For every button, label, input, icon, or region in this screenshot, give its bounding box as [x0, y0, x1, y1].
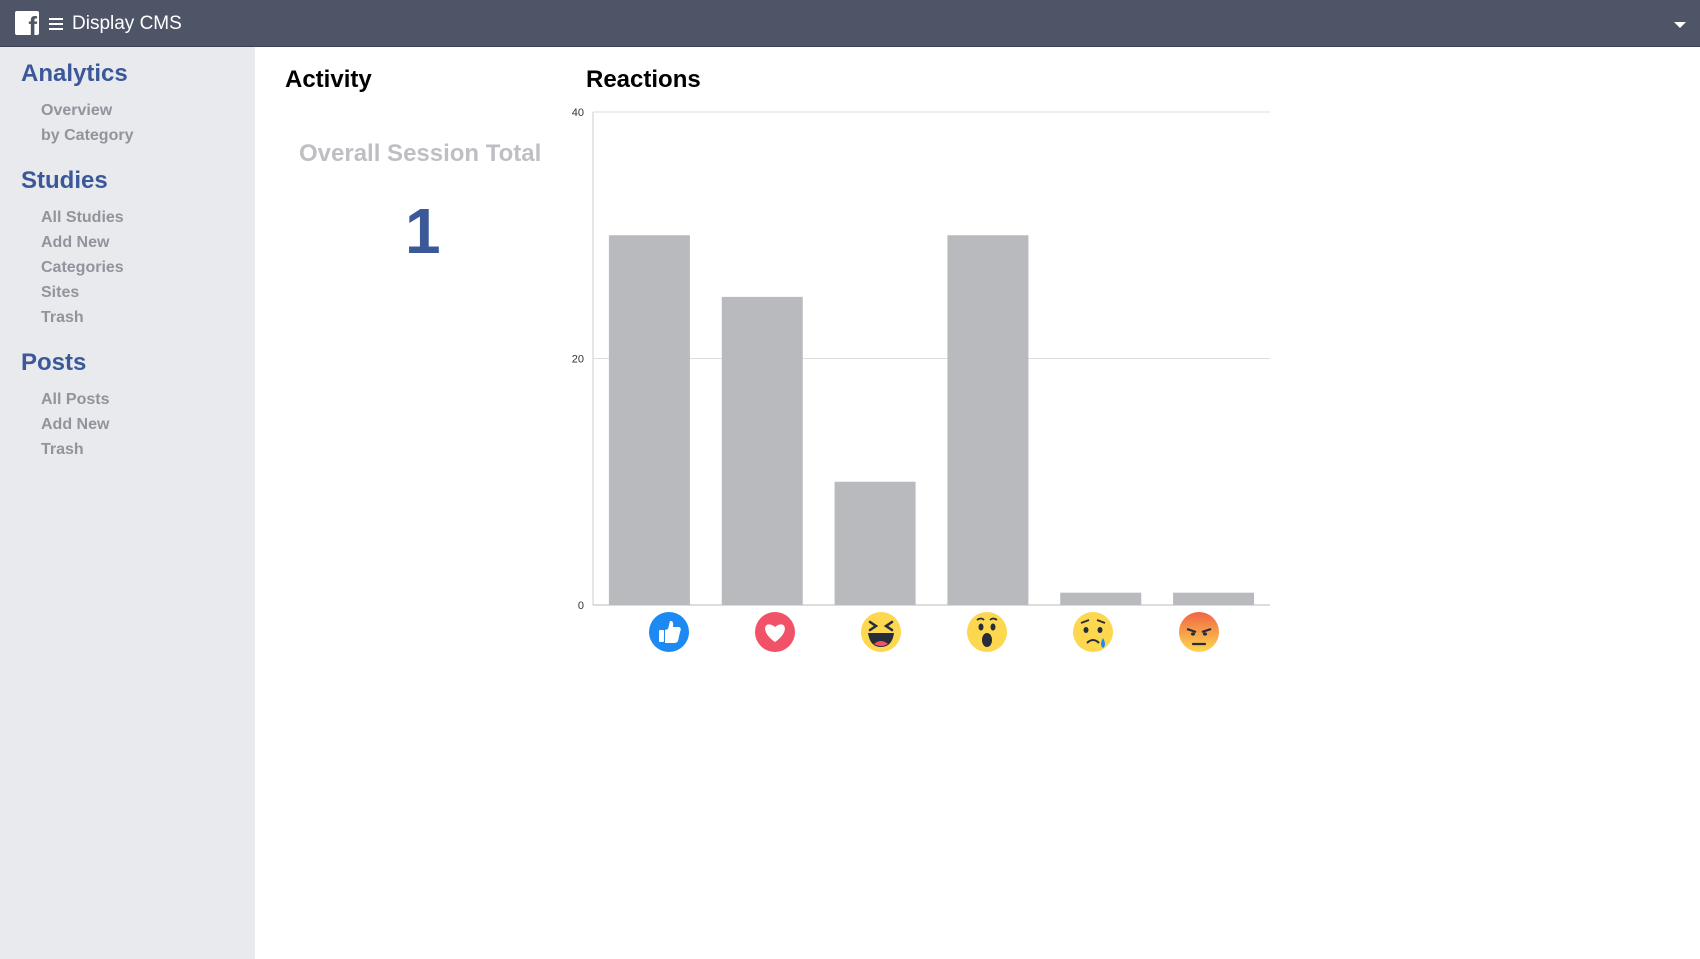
bar-angry[interactable] [1173, 592, 1255, 605]
activity-title: Activity [285, 66, 372, 93]
nav-heading-analytics[interactable]: Analytics [21, 60, 133, 88]
bar-wow[interactable] [947, 235, 1029, 605]
y-tick-label: 40 [572, 107, 584, 119]
bar-like[interactable] [608, 235, 690, 605]
nav-heading-posts[interactable]: Posts [21, 349, 109, 377]
app-title: Display CMS [72, 13, 182, 34]
reactions-bar-chart: 0 20 40 [572, 107, 1270, 652]
nav-item-studies-trash[interactable]: Trash [41, 305, 124, 330]
overall-session-total-value: 1 [405, 195, 441, 267]
facebook-logo-icon[interactable]: f [15, 11, 39, 35]
overall-session-total-label: Overall Session Total [299, 140, 542, 167]
like-icon [649, 612, 689, 652]
nav-item-add-new-study[interactable]: Add New [41, 230, 124, 255]
nav-section-analytics: Analytics Overview by Category [21, 60, 133, 148]
sidebar: Analytics Overview by Category Studies A… [0, 47, 255, 959]
y-tick-label: 20 [572, 354, 584, 366]
bar-sad[interactable] [1060, 592, 1142, 605]
nav-item-overview[interactable]: Overview [41, 98, 133, 123]
bar-haha[interactable] [834, 481, 916, 605]
nav-item-add-new-post[interactable]: Add New [41, 412, 109, 437]
nav-item-all-posts[interactable]: All Posts [41, 387, 109, 412]
nav-item-sites[interactable]: Sites [41, 280, 124, 305]
nav-section-studies: Studies All Studies Add New Categories S… [21, 167, 124, 330]
angry-icon [1179, 612, 1219, 652]
bar-love[interactable] [721, 296, 803, 605]
nav-item-posts-trash[interactable]: Trash [41, 437, 109, 462]
love-icon [755, 612, 795, 652]
caret-down-icon[interactable] [1674, 22, 1686, 28]
nav-heading-studies[interactable]: Studies [21, 167, 124, 195]
hamburger-menu-icon[interactable] [49, 18, 63, 30]
wow-icon [967, 612, 1007, 652]
nav-item-categories[interactable]: Categories [41, 255, 124, 280]
nav-item-all-studies[interactable]: All Studies [41, 205, 124, 230]
top-bar: f Display CMS [0, 0, 1700, 47]
sad-icon [1073, 612, 1113, 652]
y-tick-label: 0 [578, 600, 584, 612]
haha-icon [861, 612, 901, 652]
reactions-title: Reactions [586, 66, 701, 93]
nav-section-posts: Posts All Posts Add New Trash [21, 349, 109, 462]
nav-item-by-category[interactable]: by Category [41, 123, 133, 148]
